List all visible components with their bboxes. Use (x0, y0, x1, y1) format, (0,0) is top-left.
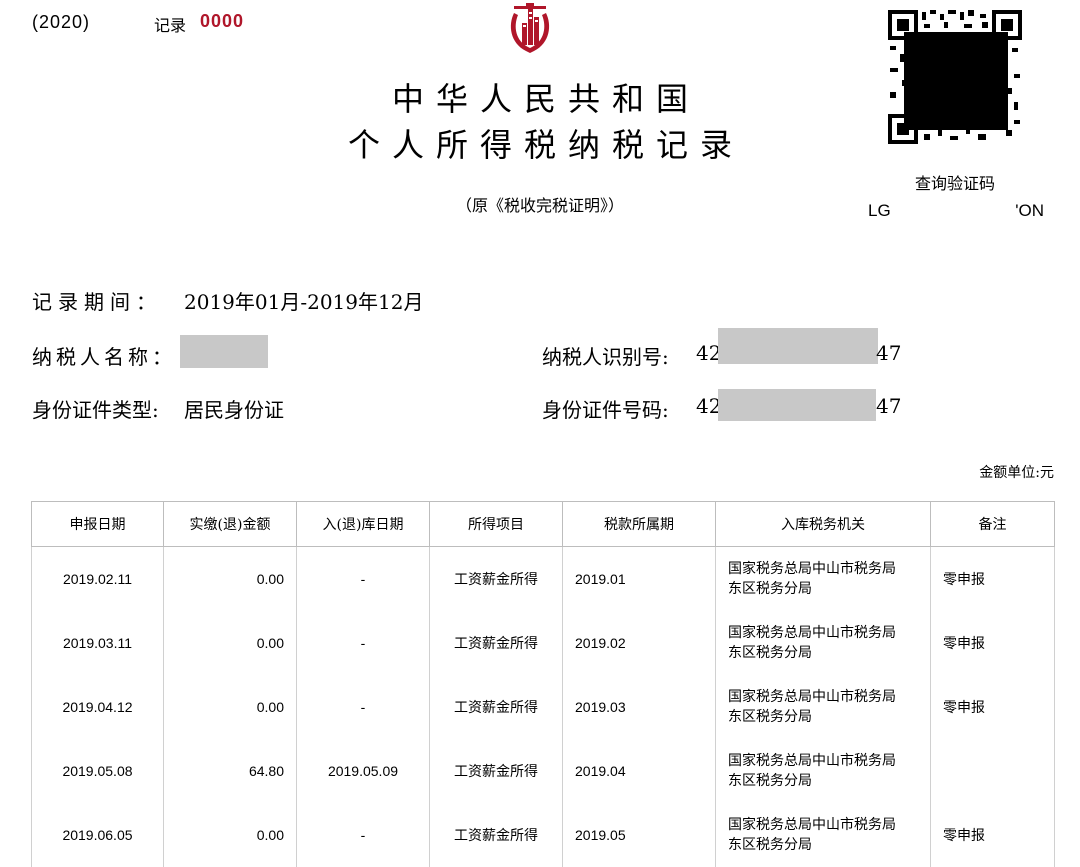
tax-period: 2019.01 (562, 546, 716, 611)
remark: 零申报 (930, 611, 1055, 675)
storage-date: - (296, 803, 430, 867)
tax-office-line1: 国家税务总局中山市税务局 (728, 753, 896, 769)
tax-office-line1: 国家税务总局中山市税务局 (728, 625, 896, 641)
header-income-item: 所得项目 (429, 501, 563, 547)
storage-date: - (296, 546, 430, 611)
tax-office-line2: 东区税务分局 (728, 645, 812, 661)
tax-period: 2019.05 (562, 803, 716, 867)
tax-bureau-emblem-icon (510, 3, 550, 53)
header-amount: 实缴(退)金额 (163, 501, 297, 547)
table-row: 2019.03.11 0.00 - 工资薪金所得 2019.02 国家税务总局中… (31, 611, 1055, 675)
tax-office: 国家税务总局中山市税务局 东区税务分局 (715, 546, 931, 611)
id-type-label: 身份证件类型: (32, 398, 159, 422)
id-number-redaction (718, 389, 876, 421)
verify-code-end: 'ON (1015, 201, 1044, 220)
amount: 0.00 (163, 675, 297, 739)
tax-office: 国家税务总局中山市税务局 东区税务分局 (715, 803, 931, 867)
id-type-value: 居民身份证 (184, 398, 284, 422)
table-row: 2019.06.05 0.00 - 工资薪金所得 2019.05 国家税务总局中… (31, 803, 1055, 867)
tax-records-table: 申报日期 实缴(退)金额 入(退)库日期 所得项目 税款所属期 入库税务机关 备… (31, 501, 1055, 867)
tax-office-line1: 国家税务总局中山市税务局 (728, 817, 896, 833)
header-tax-office: 入库税务机关 (715, 501, 931, 547)
document-year: (2020) (32, 12, 91, 32)
amount: 0.00 (163, 546, 297, 611)
verify-code-start: LG (868, 201, 891, 220)
tax-period: 2019.04 (562, 739, 716, 803)
header-declare-date: 申报日期 (31, 501, 164, 547)
remark: 零申报 (930, 675, 1055, 739)
id-number-label: 身份证件号码: (542, 398, 669, 422)
taxpayer-id-suffix: 47 (876, 341, 902, 365)
period-label: 记录期间： (32, 290, 162, 314)
table-row: 2019.05.08 64.80 2019.05.09 工资薪金所得 2019.… (31, 739, 1055, 803)
amount: 0.00 (163, 803, 297, 867)
qr-code-icon (888, 10, 1022, 144)
record-number: 0000 (200, 11, 245, 31)
header-tax-period: 税款所属期 (562, 501, 716, 547)
taxpayer-name-redaction (180, 335, 268, 368)
tax-office-line2: 东区税务分局 (728, 709, 812, 725)
tax-period: 2019.03 (562, 675, 716, 739)
verify-code-label: 查询验证码 (914, 174, 995, 193)
remark: 零申报 (930, 803, 1055, 867)
storage-date: - (296, 611, 430, 675)
income-item: 工资薪金所得 (429, 675, 563, 739)
tax-office-line2: 东区税务分局 (728, 773, 812, 789)
period-value: 2019年01月-2019年12月 (184, 290, 424, 314)
income-item: 工资薪金所得 (429, 739, 563, 803)
income-item: 工资薪金所得 (429, 803, 563, 867)
declare-date: 2019.05.08 (31, 739, 164, 803)
amount: 0.00 (163, 611, 297, 675)
declare-date: 2019.02.11 (31, 546, 164, 611)
declare-date: 2019.04.12 (31, 675, 164, 739)
tax-office: 国家税务总局中山市税务局 东区税务分局 (715, 739, 931, 803)
declare-date: 2019.06.05 (31, 803, 164, 867)
tax-office-line2: 东区税务分局 (728, 581, 812, 597)
storage-date: 2019.05.09 (296, 739, 430, 803)
amount: 64.80 (163, 739, 297, 803)
storage-date: - (296, 675, 430, 739)
amount-unit-label: 金额单位:元 (979, 465, 1054, 481)
tax-office-line1: 国家税务总局中山市税务局 (728, 561, 896, 577)
taxpayer-id-redaction (718, 328, 878, 364)
tax-office: 国家税务总局中山市税务局 东区税务分局 (715, 611, 931, 675)
table-row: 2019.02.11 0.00 - 工资薪金所得 2019.01 国家税务总局中… (31, 546, 1055, 611)
declare-date: 2019.03.11 (31, 611, 164, 675)
tax-period: 2019.02 (562, 611, 716, 675)
record-label: 记录 (154, 16, 187, 35)
tax-office-line2: 东区税务分局 (728, 837, 812, 853)
id-number-suffix: 47 (876, 394, 902, 418)
taxpayer-id-label: 纳税人识别号: (542, 345, 669, 369)
table-header-row: 申报日期 实缴(退)金额 入(退)库日期 所得项目 税款所属期 入库税务机关 备… (31, 501, 1055, 547)
income-item: 工资薪金所得 (429, 611, 563, 675)
table-row: 2019.04.12 0.00 - 工资薪金所得 2019.03 国家税务总局中… (31, 675, 1055, 739)
tax-office: 国家税务总局中山市税务局 东区税务分局 (715, 675, 931, 739)
remark (930, 739, 1055, 803)
tax-office-line1: 国家税务总局中山市税务局 (728, 689, 896, 705)
verify-code: LG 'ON (868, 201, 1044, 221)
header-storage-date: 入(退)库日期 (296, 501, 430, 547)
taxpayer-name-label: 纳税人名称： (32, 345, 176, 369)
income-item: 工资薪金所得 (429, 546, 563, 611)
remark: 零申报 (930, 546, 1055, 611)
header-remark: 备注 (930, 501, 1055, 547)
